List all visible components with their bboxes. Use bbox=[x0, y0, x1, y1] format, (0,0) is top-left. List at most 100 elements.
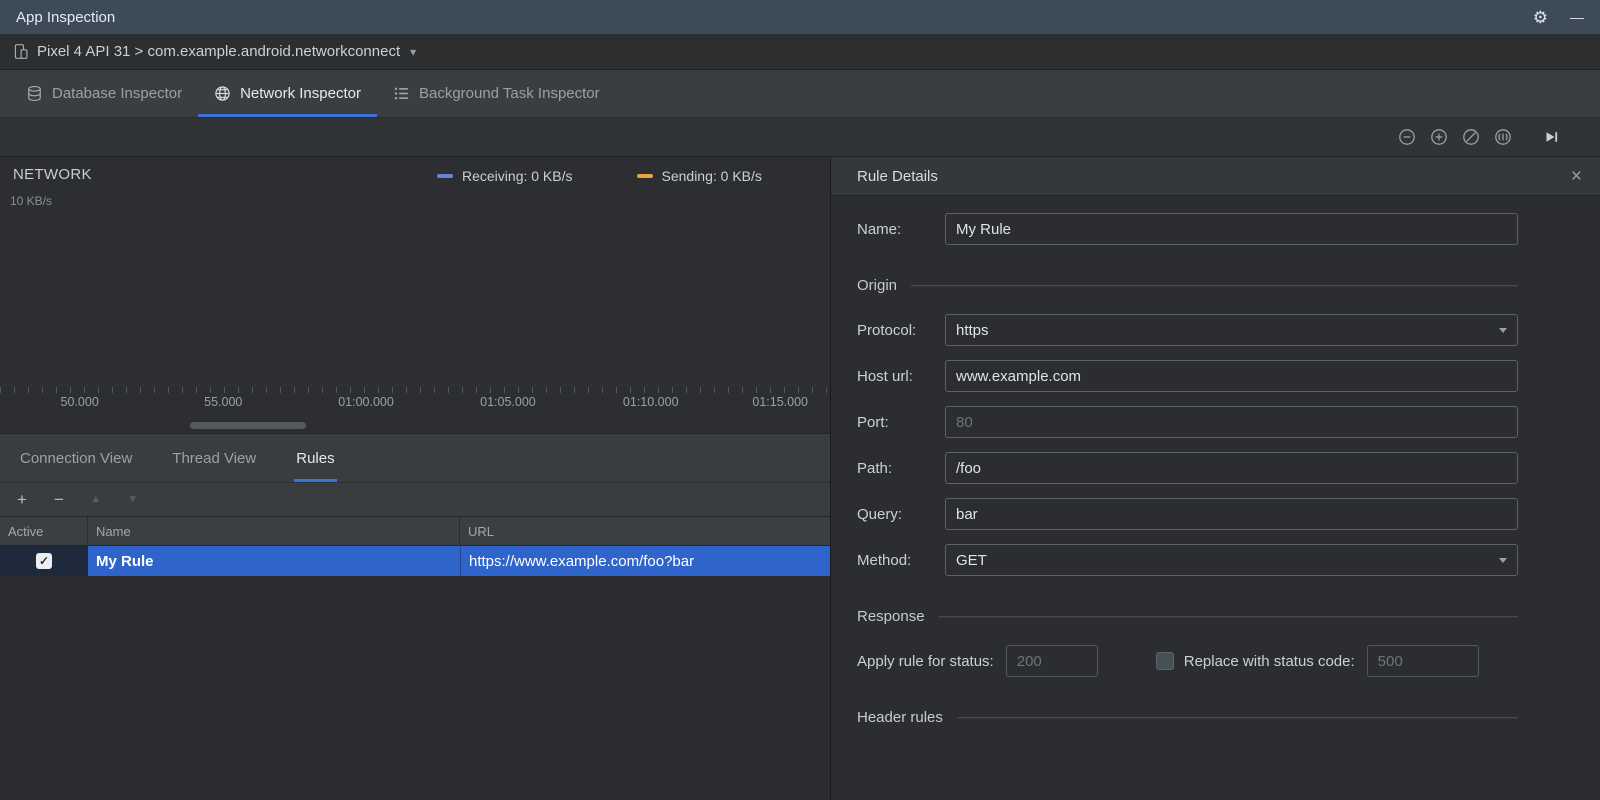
chart-legend: Receiving: 0 KB/s Sending: 0 KB/s bbox=[437, 168, 762, 184]
section-divider bbox=[956, 716, 1518, 719]
view-tab-bar: Connection View Thread View Rules bbox=[0, 433, 830, 482]
apply-status-field[interactable] bbox=[1005, 645, 1098, 677]
host-label: Host url: bbox=[857, 367, 913, 385]
column-header-url[interactable]: URL bbox=[460, 517, 830, 545]
tab-label: Rules bbox=[296, 449, 335, 467]
legend-label: Receiving: 0 KB/s bbox=[462, 168, 573, 184]
remove-rule-button[interactable]: − bbox=[54, 491, 64, 508]
add-rule-button[interactable]: + bbox=[17, 491, 27, 508]
column-header-name[interactable]: Name bbox=[88, 517, 460, 545]
origin-section-header: Origin bbox=[857, 277, 1518, 294]
tab-label: Background Task Inspector bbox=[418, 85, 600, 102]
move-up-icon[interactable]: ▲ bbox=[91, 494, 101, 505]
port-label: Port: bbox=[857, 413, 889, 431]
tab-background-task-inspector[interactable]: Background Task Inspector bbox=[377, 70, 616, 117]
name-row: Name: bbox=[857, 213, 1518, 245]
tab-thread-view[interactable]: Thread View bbox=[170, 434, 258, 482]
database-icon bbox=[26, 85, 43, 102]
task-list-icon bbox=[393, 85, 410, 102]
response-section-header: Response bbox=[857, 608, 1518, 625]
protocol-value: https bbox=[956, 321, 989, 339]
network-chart[interactable]: NETWORK 10 KB/s Receiving: 0 KB/s Sendin… bbox=[0, 157, 830, 433]
header-rules-section-header: Header rules bbox=[857, 709, 1518, 726]
close-icon[interactable]: × bbox=[1571, 167, 1582, 186]
go-live-icon[interactable] bbox=[1542, 128, 1560, 146]
response-section-title: Response bbox=[857, 608, 925, 625]
host-field[interactable] bbox=[945, 360, 1518, 392]
query-field[interactable] bbox=[945, 498, 1518, 530]
column-header-active[interactable]: Active bbox=[0, 517, 88, 545]
host-row: Host url: bbox=[857, 360, 1518, 392]
protocol-dropdown[interactable]: https bbox=[945, 314, 1518, 346]
header-rules-section-title: Header rules bbox=[857, 709, 943, 726]
timeline-toolbar bbox=[0, 118, 1600, 157]
dropdown-arrow-icon bbox=[1499, 557, 1507, 563]
name-label: Name: bbox=[857, 220, 902, 238]
protocol-label: Protocol: bbox=[857, 321, 917, 339]
replace-status-field[interactable] bbox=[1366, 645, 1479, 677]
tab-label: Thread View bbox=[172, 449, 257, 467]
replace-status-checkbox[interactable] bbox=[1155, 652, 1174, 670]
rule-name-cell[interactable]: My Rule bbox=[88, 546, 460, 576]
titlebar: App Inspection ⚙ — bbox=[0, 0, 1600, 34]
method-row: Method: GET bbox=[857, 544, 1518, 576]
protocol-row: Protocol: https bbox=[857, 314, 1518, 346]
zoom-to-selection-icon[interactable] bbox=[1494, 128, 1512, 146]
chart-title: NETWORK bbox=[13, 166, 92, 183]
rule-active-checkbox[interactable]: ✓ bbox=[36, 553, 52, 569]
move-down-icon[interactable]: ▼ bbox=[128, 494, 138, 505]
status-code-row: Apply rule for status: Replace with stat… bbox=[857, 645, 1518, 677]
chart-y-axis-tick: 10 KB/s bbox=[10, 194, 53, 208]
section-divider bbox=[938, 615, 1518, 618]
rules-table-header: Active Name URL bbox=[0, 517, 830, 546]
device-process-selector[interactable]: Pixel 4 API 31 > com.example.android.net… bbox=[37, 43, 400, 60]
query-row: Query: bbox=[857, 498, 1518, 530]
network-pane: NETWORK 10 KB/s Receiving: 0 KB/s Sendin… bbox=[0, 157, 831, 800]
tab-network-inspector[interactable]: Network Inspector bbox=[198, 70, 377, 117]
timeline-scrollbar[interactable] bbox=[190, 422, 306, 429]
legend-sending: Sending: 0 KB/s bbox=[636, 168, 762, 184]
method-dropdown[interactable]: GET bbox=[945, 544, 1518, 576]
section-divider bbox=[911, 284, 1518, 287]
path-field[interactable] bbox=[945, 452, 1518, 484]
timeline-tick: 01:05.000 bbox=[480, 395, 536, 409]
tab-label: Connection View bbox=[20, 449, 133, 467]
zoom-in-icon[interactable] bbox=[1430, 128, 1448, 146]
minimize-icon[interactable]: — bbox=[1570, 10, 1584, 24]
inspector-tab-bar: Database Inspector Network Inspector Bac… bbox=[0, 70, 1600, 118]
name-field[interactable] bbox=[945, 213, 1518, 245]
path-row: Path: bbox=[857, 452, 1518, 484]
tab-database-inspector[interactable]: Database Inspector bbox=[10, 70, 198, 117]
reset-zoom-icon[interactable] bbox=[1462, 128, 1480, 146]
device-phone-icon bbox=[12, 43, 29, 60]
method-value: GET bbox=[956, 551, 987, 569]
rule-details-header: Rule Details × bbox=[831, 157, 1600, 196]
receiving-swatch-icon bbox=[437, 174, 453, 178]
sending-swatch-icon bbox=[636, 174, 653, 178]
timeline-tick-marks bbox=[0, 387, 830, 393]
rule-url-cell[interactable]: https://www.example.com/foo?bar bbox=[460, 546, 830, 576]
panel-title: Rule Details bbox=[857, 167, 938, 185]
tab-label: Database Inspector bbox=[52, 85, 183, 102]
table-row[interactable]: ✓ My Rule https://www.example.com/foo?ba… bbox=[0, 546, 830, 576]
legend-receiving: Receiving: 0 KB/s bbox=[437, 168, 573, 184]
window-title: App Inspection bbox=[16, 8, 116, 26]
timeline-tick: 50.000 bbox=[60, 395, 99, 409]
timeline-tick: 01:00.000 bbox=[338, 395, 394, 409]
gear-icon[interactable]: ⚙ bbox=[1533, 9, 1548, 26]
port-field[interactable] bbox=[945, 406, 1518, 438]
chevron-down-icon[interactable]: ▾ bbox=[410, 45, 416, 59]
method-label: Method: bbox=[857, 551, 912, 569]
check-icon: ✓ bbox=[38, 554, 50, 568]
rules-toolbar: + − ▲ ▼ bbox=[0, 482, 830, 517]
main-split: NETWORK 10 KB/s Receiving: 0 KB/s Sendin… bbox=[0, 157, 1600, 800]
query-label: Query: bbox=[857, 505, 903, 523]
dropdown-arrow-icon bbox=[1499, 327, 1507, 333]
titlebar-actions: ⚙ — bbox=[1533, 9, 1584, 26]
tab-rules[interactable]: Rules bbox=[294, 434, 337, 482]
port-row: Port: bbox=[857, 406, 1518, 438]
globe-icon bbox=[214, 85, 231, 102]
rules-table-empty-area bbox=[0, 576, 830, 800]
zoom-out-icon[interactable] bbox=[1398, 128, 1416, 146]
tab-connection-view[interactable]: Connection View bbox=[18, 434, 134, 482]
